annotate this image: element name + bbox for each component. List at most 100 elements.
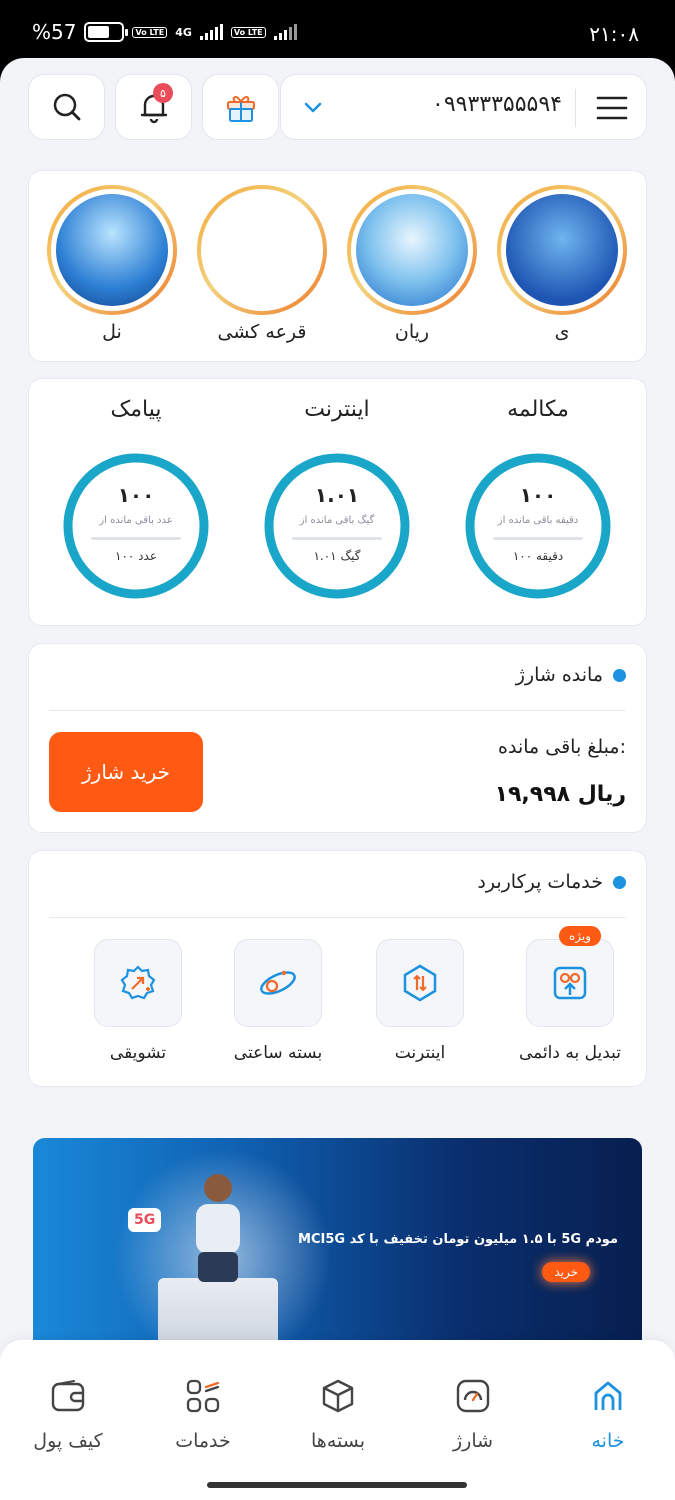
bullet-dot — [613, 875, 626, 889]
usage-title: مکالمه — [507, 397, 569, 422]
story-item[interactable]: نل — [47, 185, 177, 343]
notifications-button[interactable]: ۵ — [115, 74, 192, 140]
reward-icon — [120, 965, 156, 1000]
usage-bar — [493, 537, 583, 540]
usage-value: ۱۰۰ — [117, 483, 155, 507]
status-left: %57 Vo LTE 4G Vo LTE — [32, 20, 297, 44]
story-item[interactable]: ی — [497, 185, 627, 343]
top-bar: ۵ ۰۹۹۳۳۳۵۵۵۹۴ — [28, 74, 647, 140]
nav-label: بسته‌ها — [311, 1430, 365, 1452]
story-label: ی — [554, 321, 570, 343]
gauge-ring — [264, 453, 410, 599]
banner-buy-button[interactable]: خرید — [542, 1262, 590, 1282]
service-label: بسته ساعتی — [233, 1043, 323, 1063]
usage-sub: گیگ باقی مانده از — [299, 515, 375, 526]
usage-total: ۱.۰۱ گیگ — [313, 549, 361, 563]
bottom-nav: خانه شارژ بسته‌ها خدمات کیف پول — [0, 1340, 675, 1500]
gauge-ring — [63, 453, 209, 599]
battery-level: 57 — [51, 20, 77, 44]
battery-text: %57 — [32, 20, 76, 44]
usage-sms[interactable]: پیامک ۱۰۰ عدد باقی مانده از ۱۰۰ عدد — [61, 397, 211, 601]
network-type: 4G — [175, 25, 192, 39]
nav-label: خانه — [591, 1430, 625, 1452]
service-internet[interactable]: اینترنت — [350, 939, 490, 1063]
gauge: ۱.۰۱ گیگ باقی مانده از ۱.۰۱ گیگ — [262, 451, 412, 601]
charge-card: مانده شارژ مبلغ باقی مانده: ۱۹,۹۹۸ ریال … — [28, 643, 647, 833]
story-label: ریان — [394, 321, 430, 343]
gift-button[interactable] — [202, 74, 279, 140]
hourly-package-icon — [260, 970, 296, 995]
story-image — [506, 194, 618, 306]
divider — [49, 917, 626, 918]
gauge-ring — [465, 453, 611, 599]
usage-internet[interactable]: اینترنت ۱.۰۱ گیگ باقی مانده از ۱.۰۱ گیگ — [262, 397, 412, 601]
remaining-value: ۱۹,۹۹۸ ریال — [494, 782, 626, 807]
story-image — [356, 194, 468, 306]
usage-sub: دقیقه باقی مانده از — [497, 515, 579, 526]
section-title: مانده شارژ — [516, 664, 626, 686]
nav-wallet[interactable]: کیف پول — [13, 1378, 123, 1452]
search-button[interactable] — [28, 74, 105, 140]
chevron-down-icon — [304, 102, 322, 113]
home-icon — [594, 1381, 622, 1410]
story-label: نل — [102, 321, 122, 343]
service-hourly[interactable]: بسته ساعتی — [208, 939, 348, 1063]
volte-icon: Vo LTE — [132, 26, 168, 38]
remaining-label: مبلغ باقی مانده: — [498, 736, 626, 758]
section-title: خدمات پرکاربرد — [477, 871, 626, 893]
service-convert-permanent[interactable]: ویژه تبدیل به دائمی — [500, 926, 640, 1063]
usage-total: ۱۰۰ دقیقه — [512, 549, 564, 563]
internet-icon — [403, 964, 437, 1002]
battery-percent-symbol: % — [32, 20, 52, 44]
service-label: اینترنت — [394, 1043, 446, 1063]
service-label: تشویقی — [109, 1043, 167, 1063]
5g-badge: 5G — [128, 1208, 162, 1232]
volte-icon-2: Vo LTE — [230, 26, 266, 38]
services-card: خدمات پرکاربرد ویژه تبدیل به دائمی اینتر… — [28, 850, 647, 1087]
bullet-dot — [613, 668, 626, 682]
story-image — [206, 194, 318, 306]
story-item[interactable]: قرعه کشی — [197, 185, 327, 343]
nav-services[interactable]: خدمات — [148, 1378, 258, 1452]
gauge: ۱۰۰ دقیقه باقی مانده از ۱۰۰ دقیقه — [463, 451, 613, 601]
battery-fill — [88, 26, 109, 38]
usage-total: ۱۰۰ عدد — [115, 549, 157, 563]
charge-icon — [456, 1379, 490, 1413]
gauge: ۱۰۰ عدد باقی مانده از ۱۰۰ عدد — [61, 451, 211, 601]
service-reward[interactable]: تشویقی — [68, 939, 208, 1063]
usage-sub: عدد باقی مانده از — [99, 515, 173, 526]
clock: ۲۱:۰۸ — [589, 22, 639, 46]
services-grid-icon — [186, 1379, 220, 1413]
home-indicator[interactable] — [207, 1482, 467, 1488]
nav-charge[interactable]: شارژ — [418, 1378, 528, 1452]
banner-text: مودم 5G با ۱.۵ میلیون تومان تخفیف با کد … — [298, 1232, 618, 1247]
story-item[interactable]: ریان — [347, 185, 477, 343]
story-image — [56, 194, 168, 306]
charge-title: مانده شارژ — [515, 664, 603, 686]
stories-card: ی ریان قرعه کشی نل — [28, 170, 647, 362]
phone-number: ۰۹۹۳۳۳۵۵۵۹۴ — [432, 92, 562, 117]
nav-home[interactable]: خانه — [553, 1378, 663, 1452]
divider — [575, 89, 576, 127]
special-badge: ویژه — [558, 926, 601, 946]
nav-label: خدمات — [175, 1430, 231, 1452]
usage-bar — [292, 537, 382, 540]
search-icon — [53, 93, 80, 121]
divider — [49, 710, 626, 711]
wallet-icon — [51, 1380, 85, 1412]
usage-value: ۱.۰۱ — [314, 483, 360, 507]
main-sheet: ۵ ۰۹۹۳۳۳۵۵۵۹۴ ی ریان قرعه کشی نل مکالمه … — [0, 58, 675, 1500]
convert-permanent-icon — [553, 966, 587, 1000]
hamburger-menu-icon[interactable] — [596, 95, 628, 121]
signal-icon — [199, 24, 223, 40]
signal-icon-2 — [273, 24, 297, 40]
gift-icon — [226, 96, 255, 122]
story-label: قرعه کشی — [217, 321, 307, 343]
battery-icon — [84, 22, 129, 42]
line-selector[interactable]: ۰۹۹۳۳۳۵۵۵۹۴ — [280, 74, 647, 140]
nav-packages[interactable]: بسته‌ها — [283, 1378, 393, 1452]
status-bar: %57 Vo LTE 4G Vo LTE ۲۱:۰۸ — [0, 0, 675, 62]
usage-bar — [91, 537, 181, 540]
buy-charge-button[interactable]: خرید شارژ — [49, 732, 203, 812]
usage-calls[interactable]: مکالمه ۱۰۰ دقیقه باقی مانده از ۱۰۰ دقیقه — [463, 397, 613, 601]
